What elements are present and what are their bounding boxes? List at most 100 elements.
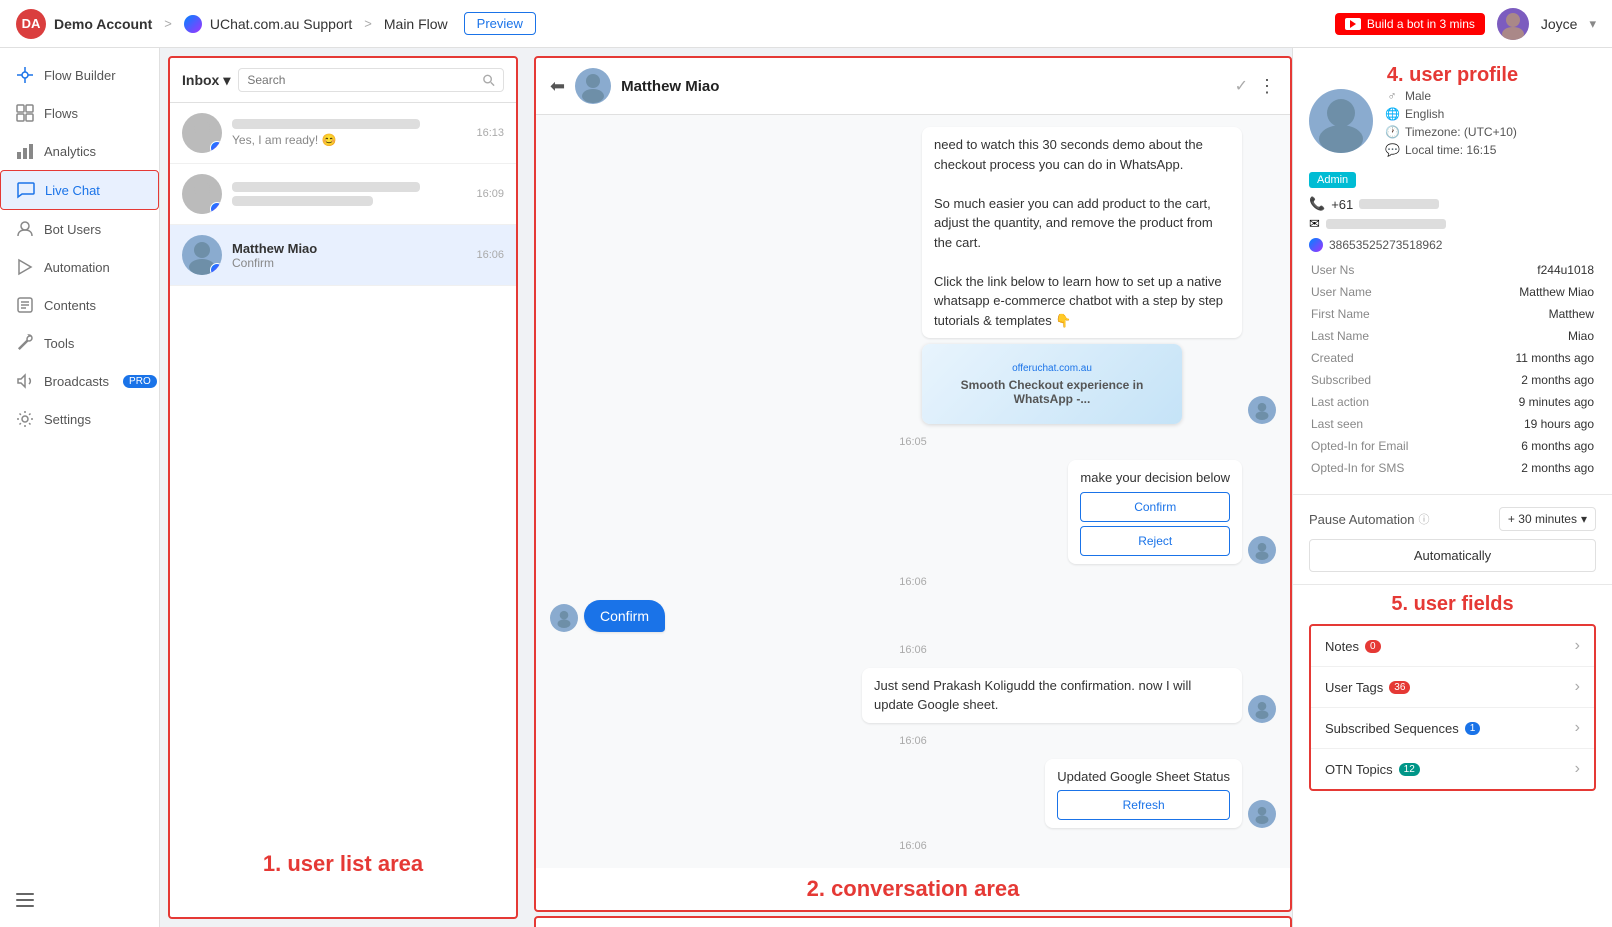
user-fields-container: 5. user fields Notes 0 › User Tags 36 › … — [1301, 593, 1604, 799]
user-preview-1: Yes, I am ready! 😊 — [232, 133, 466, 147]
bot-avatar-2 — [1248, 536, 1276, 564]
username: Joyce — [1541, 16, 1578, 32]
gender-icon: ♂ — [1385, 89, 1399, 103]
pause-row: Pause Automation ⓘ + 30 minutes ▾ — [1309, 507, 1596, 531]
reject-button[interactable]: Reject — [1080, 526, 1230, 556]
automatically-button[interactable]: Automatically — [1309, 539, 1596, 572]
field-badge: 0 — [1365, 640, 1381, 653]
phone-row: 📞 +61 — [1309, 196, 1596, 212]
refresh-button[interactable]: Refresh — [1057, 790, 1230, 820]
field-name: OTN Topics 12 — [1325, 762, 1420, 777]
profile-field-value: 2 months ago — [1423, 370, 1594, 390]
agent-message-text: Just send Prakash Koligudd the confirmat… — [862, 668, 1242, 723]
profile-table-row: Created11 months ago — [1311, 348, 1594, 368]
profile-field-value: 11 months ago — [1423, 348, 1594, 368]
email-row: ✉ — [1309, 216, 1596, 232]
profile-field-value: Matthew — [1423, 304, 1594, 324]
agent-message-row: Just send Prakash Koligudd the confirmat… — [550, 668, 1276, 723]
profile-table-row: User NameMatthew Miao — [1311, 282, 1594, 302]
profile-field-key: Last Name — [1311, 326, 1421, 346]
hamburger-icon[interactable] — [16, 893, 143, 907]
user-fields-section: Notes 0 › User Tags 36 › Subscribed Sequ… — [1309, 624, 1596, 791]
sidebar-item-contents[interactable]: Contents — [0, 286, 159, 324]
sheet-message-row: Updated Google Sheet Status Refresh — [550, 759, 1276, 829]
automation-icon — [16, 258, 34, 276]
messenger-small-icon: 💬 — [1385, 143, 1399, 157]
field-arrow-icon: › — [1575, 719, 1580, 737]
sidebar-item-flow-builder[interactable]: Flow Builder — [0, 56, 159, 94]
user-time-2: 16:09 — [476, 188, 504, 200]
card-image: offeruchat.com.au Smooth Checkout experi… — [922, 344, 1182, 424]
user-list-item[interactable]: 16:09 — [170, 164, 516, 225]
sidebar: Flow Builder Flows Analytics Live Chat B… — [0, 48, 160, 927]
search-input[interactable] — [247, 73, 478, 87]
profile-field-value: 6 months ago — [1423, 436, 1594, 456]
user-list-item-matthew[interactable]: Matthew Miao Confirm 16:06 — [170, 225, 516, 286]
user-dropdown-icon[interactable]: ▾ — [1589, 16, 1596, 32]
messenger-icon-small — [1309, 238, 1323, 252]
inbox-dropdown-icon[interactable]: ▾ — [223, 72, 230, 89]
live-chat-label: Live Chat — [45, 183, 100, 198]
pause-select-value: + 30 minutes — [1508, 512, 1577, 526]
sidebar-item-automation[interactable]: Automation — [0, 248, 159, 286]
conv-actions: ✓ ⋮ — [1235, 76, 1276, 97]
user-field-row[interactable]: Notes 0 › — [1311, 626, 1594, 667]
tools-label: Tools — [44, 336, 74, 351]
email-icon: ✉ — [1309, 216, 1320, 232]
search-box[interactable] — [238, 68, 504, 92]
topbar: DA Demo Account > UChat.com.au Support >… — [0, 0, 1612, 48]
sidebar-item-bot-users[interactable]: Bot Users — [0, 210, 159, 248]
user-avatar-matthew — [182, 235, 222, 275]
back-icon[interactable]: ⬅ — [550, 76, 565, 97]
sidebar-item-flows[interactable]: Flows — [0, 94, 159, 132]
build-bot-button[interactable]: Build a bot in 3 mins — [1335, 13, 1485, 35]
user-field-row[interactable]: User Tags 36 › — [1311, 667, 1594, 708]
profile-field-key: Opted-In for Email — [1311, 436, 1421, 456]
profile-field-key: Last action — [1311, 392, 1421, 412]
support-name: UChat.com.au Support — [210, 16, 352, 32]
user-field-row[interactable]: OTN Topics 12 › — [1311, 749, 1594, 789]
sidebar-item-live-chat[interactable]: Live Chat — [0, 170, 159, 210]
email-blurred — [1326, 219, 1446, 229]
messenger-icon — [184, 15, 202, 33]
pause-automation-section: Pause Automation ⓘ + 30 minutes ▾ Automa… — [1293, 495, 1612, 585]
phone-blurred — [1359, 199, 1439, 209]
language-icon: 🌐 — [1385, 107, 1399, 121]
flow-name: Main Flow — [384, 16, 448, 32]
user-field-row[interactable]: Subscribed Sequences 1 › — [1311, 708, 1594, 749]
sidebar-item-broadcasts[interactable]: Broadcasts PRO — [0, 362, 159, 400]
bot-users-icon — [16, 220, 34, 238]
user-list-panel: Inbox ▾ Yes, I am ready! 😊 16:1 — [168, 56, 518, 919]
localtime-row: 💬 Local time: 16:15 — [1385, 143, 1596, 157]
phone-prefix: +61 — [1331, 197, 1353, 212]
conv-name: Matthew Miao — [621, 78, 1225, 95]
search-icon — [482, 73, 495, 87]
sidebar-item-tools[interactable]: Tools — [0, 324, 159, 362]
profile-avatar — [1309, 89, 1373, 153]
analytics-label: Analytics — [44, 144, 96, 159]
check-icon[interactable]: ✓ — [1235, 76, 1248, 96]
language-row: 🌐 English — [1385, 107, 1596, 121]
user-info-2 — [232, 182, 466, 206]
message-row: need to watch this 30 seconds demo about… — [550, 127, 1276, 424]
broadcasts-icon — [16, 372, 34, 390]
profile-field-value: Miao — [1423, 326, 1594, 346]
sidebar-bottom — [0, 881, 159, 919]
user-list-item[interactable]: Yes, I am ready! 😊 16:13 — [170, 103, 516, 164]
admin-badge: Admin — [1309, 172, 1356, 188]
msg-time-3: 16:06 — [550, 644, 1276, 656]
confirm-button[interactable]: Confirm — [1080, 492, 1230, 522]
pause-info-icon: ⓘ — [1419, 511, 1430, 527]
profile-area-label: 4. user profile — [1309, 62, 1596, 89]
blurred-preview-2 — [232, 196, 373, 206]
sidebar-item-settings[interactable]: Settings — [0, 400, 159, 438]
profile-table-row: Last action9 minutes ago — [1311, 392, 1594, 412]
user-time-matthew: 16:06 — [476, 249, 504, 261]
card-title: Smooth Checkout experience in WhatsApp -… — [930, 378, 1174, 406]
sidebar-item-analytics[interactable]: Analytics — [0, 132, 159, 170]
more-options-icon[interactable]: ⋮ — [1258, 76, 1276, 97]
preview-button[interactable]: Preview — [464, 12, 536, 35]
user-avatar-conv — [550, 604, 578, 632]
pause-select[interactable]: + 30 minutes ▾ — [1499, 507, 1596, 531]
inbox-label[interactable]: Inbox ▾ — [182, 72, 230, 89]
